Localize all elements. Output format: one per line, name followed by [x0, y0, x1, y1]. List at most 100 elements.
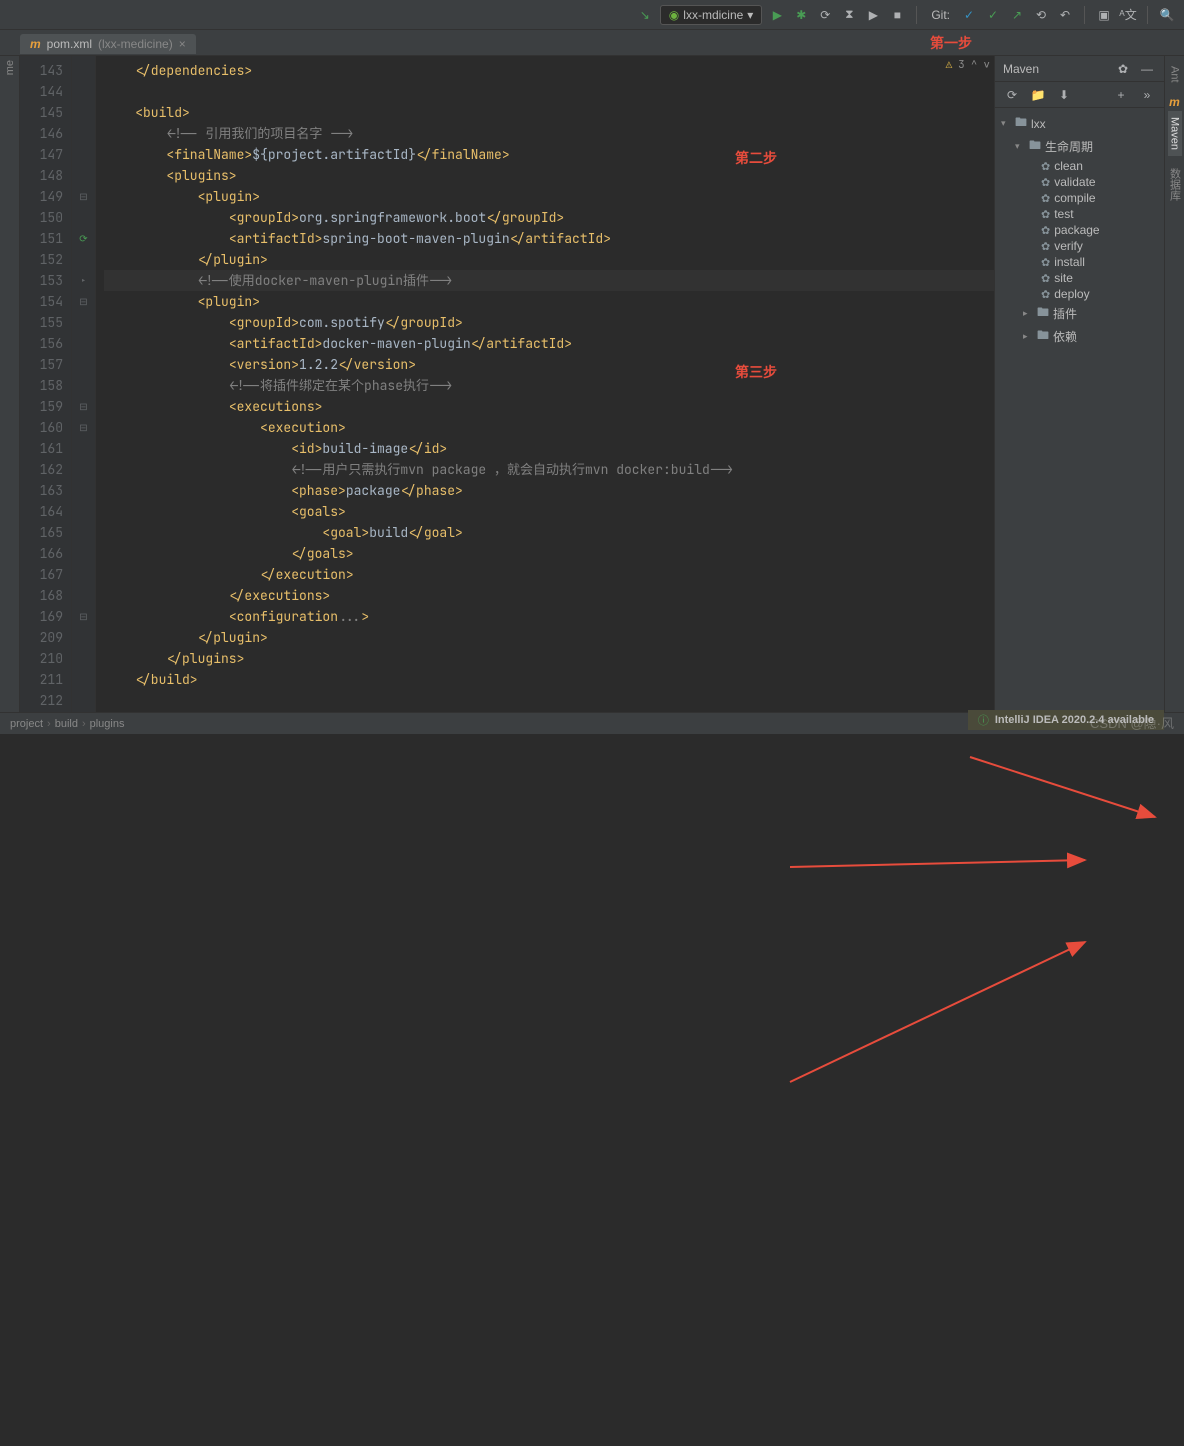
maven-phase-clean[interactable]: ✿clean — [995, 158, 1164, 174]
revert-icon[interactable]: ↶ — [1056, 6, 1074, 24]
maven-phase-verify[interactable]: ✿verify — [995, 238, 1164, 254]
code-line[interactable]: <plugins> — [104, 165, 994, 186]
deps-node[interactable]: ▸ 🖿 依赖 — [995, 325, 1164, 348]
phase-label: verify — [1054, 239, 1083, 253]
coverage-icon[interactable]: ⟳ — [816, 6, 834, 24]
history-icon[interactable]: ⟲ — [1032, 6, 1050, 24]
editor-inspections[interactable]: ⚠ 3 ^∨ — [946, 58, 990, 72]
maven-tab[interactable]: Maven — [1168, 111, 1182, 156]
code-line[interactable]: <id>build-image</id> — [104, 438, 994, 459]
code-line[interactable]: <!--用户只需执行mvn package ，就会自动执行mvn docker:… — [104, 459, 994, 480]
warning-count: 3 — [958, 58, 965, 72]
folder-icon: 🖿 — [1029, 136, 1041, 157]
code-line[interactable]: </plugin> — [104, 249, 994, 270]
ide-icon[interactable]: ▣ — [1095, 6, 1113, 24]
code-line[interactable]: <artifactId>spring-boot-maven-plugin</ar… — [104, 228, 994, 249]
breadcrumb[interactable]: project›build›plugins — [10, 718, 124, 730]
run-config-selector[interactable]: ◉ lxx-mdicine ▾ — [660, 5, 763, 25]
run-config-label: lxx-mdicine — [683, 8, 743, 22]
settings-icon[interactable]: ✿ — [1114, 60, 1132, 78]
code-editor[interactable]: ⚠ 3 ^∨ 143144145146147148149150151152153… — [20, 56, 994, 712]
folder-icon: 🖿 — [1037, 303, 1049, 324]
maven-phase-package[interactable]: ✿package — [995, 222, 1164, 238]
maven-phase-site[interactable]: ✿site — [995, 270, 1164, 286]
code-line[interactable]: </plugins> — [104, 648, 994, 669]
maven-tool-window: Maven ✿ — ⟳ 📁 ⬇ + » ▾ 🖿 lxx — [994, 56, 1164, 712]
code-line[interactable]: <goal>build</goal> — [104, 522, 994, 543]
expander-icon: ▾ — [1001, 118, 1011, 129]
run-icon[interactable]: ▶ — [768, 6, 786, 24]
lifecycle-node[interactable]: ▾ 🖿 生命周期 — [995, 135, 1164, 158]
gear-icon: ✿ — [1041, 256, 1050, 269]
code-line[interactable]: <version>1.2.2</version> — [104, 354, 994, 375]
file-tab[interactable]: m pom.xml (lxx-medicine) × — [20, 34, 196, 54]
maven-tab-icon: m — [1169, 95, 1180, 109]
code-line[interactable]: <!--将插件绑定在某个phase执行--> — [104, 375, 994, 396]
tab-context: (lxx-medicine) — [98, 37, 173, 51]
add-icon[interactable]: + — [1112, 86, 1130, 104]
code-line[interactable]: </build> — [104, 669, 994, 690]
maven-toolbar: ⟳ 📁 ⬇ + » — [995, 82, 1164, 108]
git-pull-icon[interactable]: ✓ — [960, 6, 978, 24]
code-line[interactable]: <plugin> — [104, 186, 994, 207]
reload-icon[interactable]: ⟳ — [1003, 86, 1021, 104]
code-line[interactable]: <!--使用docker-maven-plugin插件--> — [104, 270, 994, 291]
git-commit-icon[interactable]: ✓ — [984, 6, 1002, 24]
debug-icon[interactable]: ✱ — [792, 6, 810, 24]
spring-icon: ◉ — [669, 8, 679, 22]
phase-label: package — [1054, 223, 1099, 237]
code-line[interactable]: </plugin> — [104, 627, 994, 648]
code-line[interactable]: <finalName>${project.artifactId}</finalN… — [104, 144, 994, 165]
code-line[interactable]: </goals> — [104, 543, 994, 564]
hammer-icon[interactable]: ↘ — [636, 6, 654, 24]
ant-tab[interactable]: Ant — [1168, 60, 1182, 89]
code-line[interactable] — [104, 81, 994, 102]
sources-icon[interactable]: 📁 — [1029, 86, 1047, 104]
code-line[interactable]: <!-- 引用我们的项目名字 --> — [104, 123, 994, 144]
code-line[interactable]: <artifactId>docker-maven-plugin</artifac… — [104, 333, 994, 354]
structure-tab[interactable]: me — [4, 60, 16, 75]
code-line[interactable]: </executions> — [104, 585, 994, 606]
code-area[interactable]: </dependencies> <build> <!-- 引用我们的项目名字 -… — [96, 56, 994, 712]
profile-icon[interactable]: ⧗ — [840, 6, 858, 24]
download-icon[interactable]: ⬇ — [1055, 86, 1073, 104]
info-icon: ⓘ — [978, 712, 989, 728]
main-toolbar: ↘ ◉ lxx-mdicine ▾ ▶ ✱ ⟳ ⧗ ▶ ■ Git: ✓ ✓ ↗… — [0, 0, 1184, 30]
code-line[interactable]: <groupId>org.springframework.boot</group… — [104, 207, 994, 228]
phase-label: test — [1054, 207, 1073, 221]
hide-icon[interactable]: — — [1138, 60, 1156, 78]
git-push-icon[interactable]: ↗ — [1008, 6, 1026, 24]
code-line[interactable]: <groupId>com.spotify</groupId> — [104, 312, 994, 333]
code-line[interactable]: <plugin> — [104, 291, 994, 312]
database-tab[interactable]: 数据库 — [1166, 162, 1184, 207]
line-gutter: 1431441451461471481491501511521531541551… — [20, 56, 72, 712]
code-line[interactable]: <execution> — [104, 417, 994, 438]
code-line[interactable]: <configuration...> — [104, 606, 994, 627]
more-icon[interactable]: » — [1138, 86, 1156, 104]
close-tab-icon[interactable]: × — [179, 37, 186, 51]
code-line[interactable]: <executions> — [104, 396, 994, 417]
maven-phase-deploy[interactable]: ✿deploy — [995, 286, 1164, 302]
code-line[interactable]: <goals> — [104, 501, 994, 522]
code-line[interactable]: <phase>package</phase> — [104, 480, 994, 501]
watermark: CSDN @隐·风 — [1090, 713, 1174, 732]
stop-icon[interactable]: ■ — [888, 6, 906, 24]
plugins-node[interactable]: ▸ 🖿 插件 — [995, 302, 1164, 325]
code-line[interactable]: </dependencies> — [104, 60, 994, 81]
maven-tree: ▾ 🖿 lxx ▾ 🖿 生命周期 ✿clean✿validate✿compile… — [995, 108, 1164, 712]
search-icon[interactable]: 🔍 — [1158, 6, 1176, 24]
maven-phase-test[interactable]: ✿test — [995, 206, 1164, 222]
code-line[interactable]: <build> — [104, 102, 994, 123]
translate-icon[interactable]: ᴬ文 — [1119, 6, 1137, 24]
phase-label: site — [1054, 271, 1073, 285]
maven-phase-validate[interactable]: ✿validate — [995, 174, 1164, 190]
phase-label: install — [1054, 255, 1085, 269]
attach-icon[interactable]: ▶ — [864, 6, 882, 24]
editor-tabs: m pom.xml (lxx-medicine) × — [0, 30, 1184, 56]
maven-phase-compile[interactable]: ✿compile — [995, 190, 1164, 206]
maven-project-node[interactable]: ▾ 🖿 lxx — [995, 112, 1164, 135]
code-line[interactable] — [104, 690, 994, 711]
maven-phase-install[interactable]: ✿ install — [995, 254, 1164, 270]
maven-title: Maven — [1003, 62, 1039, 76]
code-line[interactable]: </execution> — [104, 564, 994, 585]
